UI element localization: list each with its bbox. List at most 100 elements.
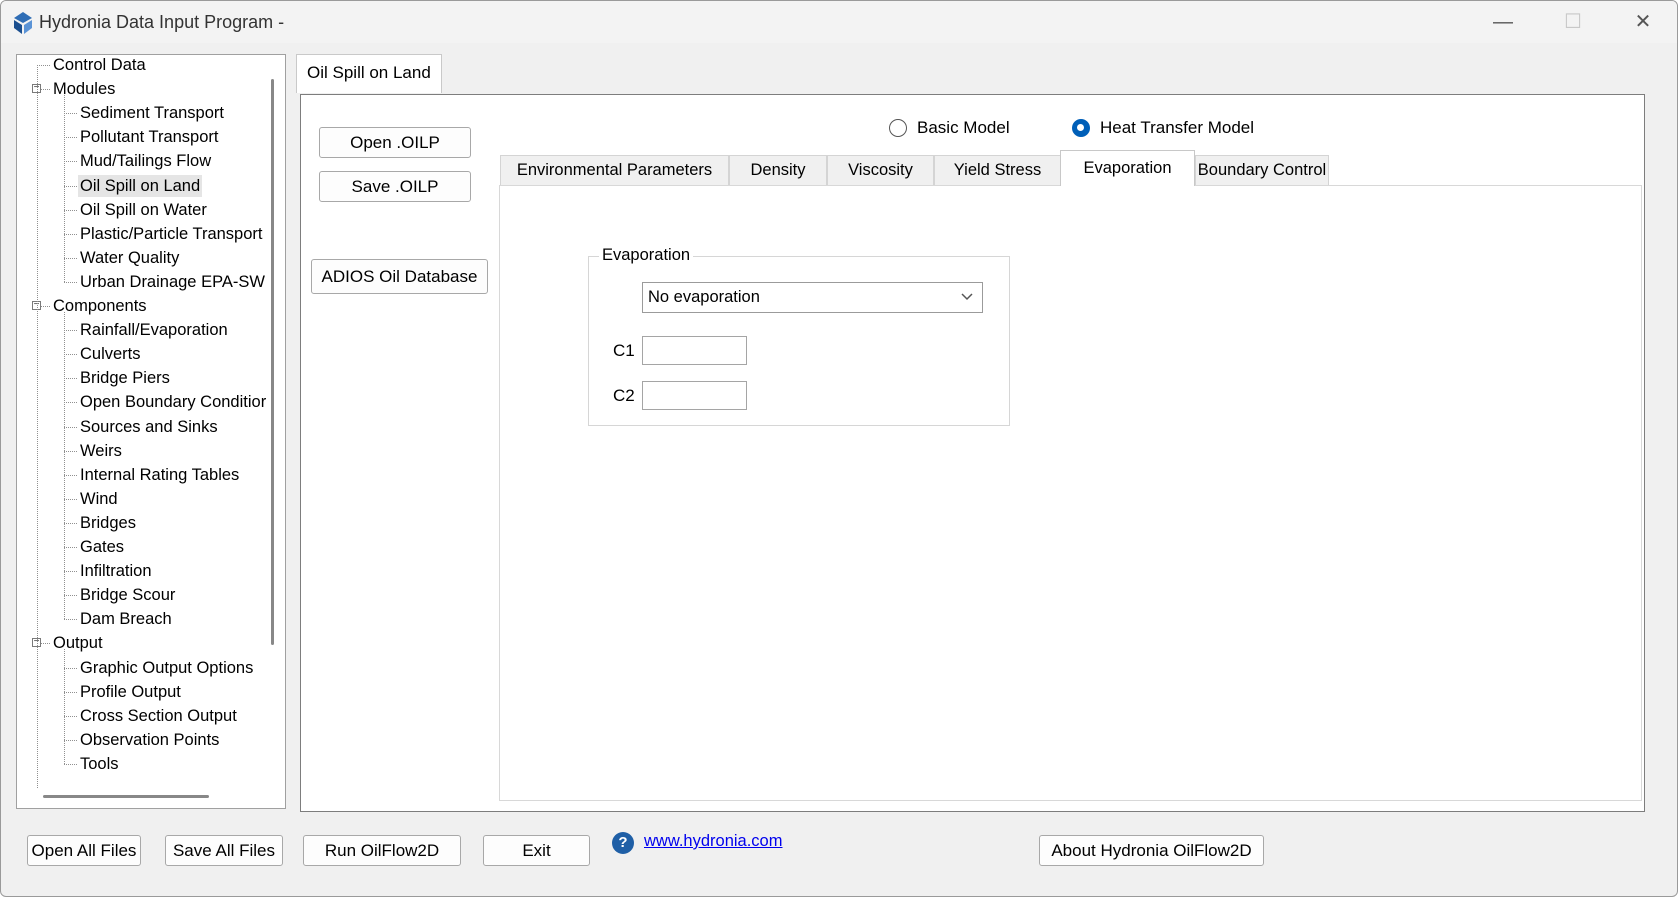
c1-input[interactable] [642, 336, 747, 365]
tree-branch-line [64, 312, 65, 620]
tree-item[interactable]: Internal Rating Tables [78, 464, 241, 486]
tree-item[interactable]: Dam Breach [78, 608, 174, 630]
tree-connector [64, 281, 77, 283]
tree-item[interactable]: Oil Spill on Water [78, 199, 209, 221]
save-all-files-button[interactable]: Save All Files [165, 835, 283, 866]
tab-boundary-control[interactable]: Boundary Control [1195, 155, 1329, 185]
tree-connector [64, 691, 77, 693]
app-window: Hydronia Data Input Program - — ☐ ✕ − − − … [0, 0, 1678, 897]
tree-item[interactable]: Water Quality [78, 247, 181, 269]
navigation-tree[interactable]: − − − Control Data Modules Sediment Transpor… [16, 54, 286, 809]
save-oilp-button[interactable]: Save .OILP [319, 171, 471, 202]
tree-connector [64, 547, 77, 548]
tree-connector [64, 763, 77, 765]
tree-item[interactable]: Mud/Tailings Flow [78, 150, 213, 172]
tree-item[interactable]: Culverts [78, 343, 143, 365]
basic-model-label: Basic Model [917, 118, 1010, 137]
tree-item[interactable]: Observation Points [78, 729, 221, 751]
tree-item[interactable]: Rainfall/Evaporation [78, 319, 230, 341]
tab-viscosity[interactable]: Viscosity [827, 155, 934, 185]
hydronia-website-link[interactable]: www.hydronia.com [644, 832, 782, 851]
open-all-files-button[interactable]: Open All Files [27, 835, 141, 866]
close-button[interactable]: ✕ [1609, 1, 1677, 43]
tree-item[interactable]: Components [51, 295, 149, 317]
minimize-button[interactable]: — [1469, 1, 1537, 43]
evaporation-method-select[interactable]: No evaporation [642, 282, 983, 313]
run-oilflow2d-button[interactable]: Run OilFlow2D [303, 835, 461, 866]
evaporation-selected-value: No evaporation [648, 288, 760, 306]
tree-connector [37, 65, 50, 66]
tree-connector [64, 715, 77, 717]
heat-transfer-model-radio[interactable]: Heat Transfer Model [1072, 118, 1254, 138]
evaporation-tab-panel: Evaporation No evaporation C1 C2 [499, 185, 1642, 801]
radio-unchecked-icon [889, 119, 907, 137]
c2-label: C2 [613, 386, 635, 405]
tree-item[interactable]: Cross Section Output [78, 705, 239, 727]
adios-oil-database-button[interactable]: ADIOS Oil Database [311, 259, 488, 294]
window-title: Hydronia Data Input Program - [39, 12, 285, 32]
tree-item[interactable]: Infiltration [78, 560, 154, 582]
tree-connector [64, 619, 77, 621]
exit-button[interactable]: Exit [483, 835, 590, 866]
tree-item[interactable]: Bridge Piers [78, 367, 172, 389]
maximize-button[interactable]: ☐ [1539, 1, 1607, 43]
tree-connector [64, 185, 77, 187]
tree-connector [64, 209, 77, 211]
c2-input[interactable] [642, 381, 747, 410]
tree-item[interactable]: Sources and Sinks [78, 416, 220, 438]
tree-vertical-scrollbar[interactable] [271, 79, 274, 645]
tab-oil-spill-on-land[interactable]: Oil Spill on Land [296, 54, 442, 93]
tree-connector [64, 330, 77, 332]
tree-item[interactable]: Bridge Scour [78, 584, 177, 606]
tab-evaporation[interactable]: Evaporation [1060, 150, 1195, 186]
tree-connector [64, 257, 77, 259]
tree-item[interactable]: Pollutant Transport [78, 126, 221, 148]
tree-item[interactable]: Bridges [78, 512, 138, 534]
tree-connector [64, 378, 77, 380]
tree-branch-line [64, 649, 65, 764]
chevron-down-icon [961, 293, 973, 301]
tree-connector [64, 522, 77, 524]
tree-item[interactable]: Control Data [51, 55, 148, 76]
hydronia-logo-icon [14, 12, 32, 34]
tree-item[interactable]: Graphic Output Options [78, 657, 255, 679]
tree-connector [64, 354, 77, 356]
oil-spill-panel: Open .OILP Save .OILP ADIOS Oil Database… [300, 94, 1645, 812]
tree-branch-line [64, 95, 65, 282]
evaporation-groupbox: Evaporation No evaporation C1 C2 [588, 246, 1010, 426]
tree-item[interactable]: Output [51, 632, 105, 654]
tree-item[interactable]: Modules [51, 78, 117, 100]
tree-item[interactable]: Profile Output [78, 681, 183, 703]
title-bar: Hydronia Data Input Program - — ☐ ✕ [1, 1, 1677, 43]
tab-environmental-parameters[interactable]: Environmental Parameters [500, 155, 729, 185]
tree-connector [64, 137, 77, 139]
tree-connector [64, 233, 77, 235]
tree-item[interactable]: Weirs [78, 440, 124, 462]
tree-connector [64, 161, 77, 163]
tree-horizontal-scrollbar[interactable] [43, 795, 209, 798]
tree-connector [64, 498, 77, 500]
tree-item[interactable]: Wind [78, 488, 120, 510]
open-oilp-button[interactable]: Open .OILP [319, 127, 471, 158]
help-icon[interactable]: ? [612, 832, 634, 854]
about-hydronia-oilflow2d-button[interactable]: About Hydronia OilFlow2D [1039, 835, 1264, 866]
tree-item[interactable]: Plastic/Particle Transport [78, 223, 264, 245]
tree-connector [64, 667, 77, 669]
tree-item[interactable]: Sediment Transport [78, 102, 226, 124]
tree-item[interactable]: Tools [78, 753, 121, 775]
tree-item[interactable]: Open Boundary Conditior [78, 391, 268, 413]
basic-model-radio[interactable]: Basic Model [889, 118, 1010, 138]
tree-connector [64, 426, 77, 428]
tree-item[interactable]: Oil Spill on Land [78, 174, 203, 197]
evaporation-group-title: Evaporation [599, 246, 694, 265]
radio-checked-icon [1072, 119, 1090, 137]
tree-connector [64, 113, 77, 115]
tree-item[interactable]: Urban Drainage EPA-SW [78, 271, 267, 293]
tree-connector [64, 402, 77, 404]
tree-root-line [37, 65, 38, 788]
heat-transfer-model-label: Heat Transfer Model [1100, 118, 1255, 137]
tab-yield-stress[interactable]: Yield Stress [934, 155, 1061, 185]
tree-connector [64, 474, 77, 476]
tab-density[interactable]: Density [729, 155, 827, 185]
tree-item[interactable]: Gates [78, 536, 126, 558]
